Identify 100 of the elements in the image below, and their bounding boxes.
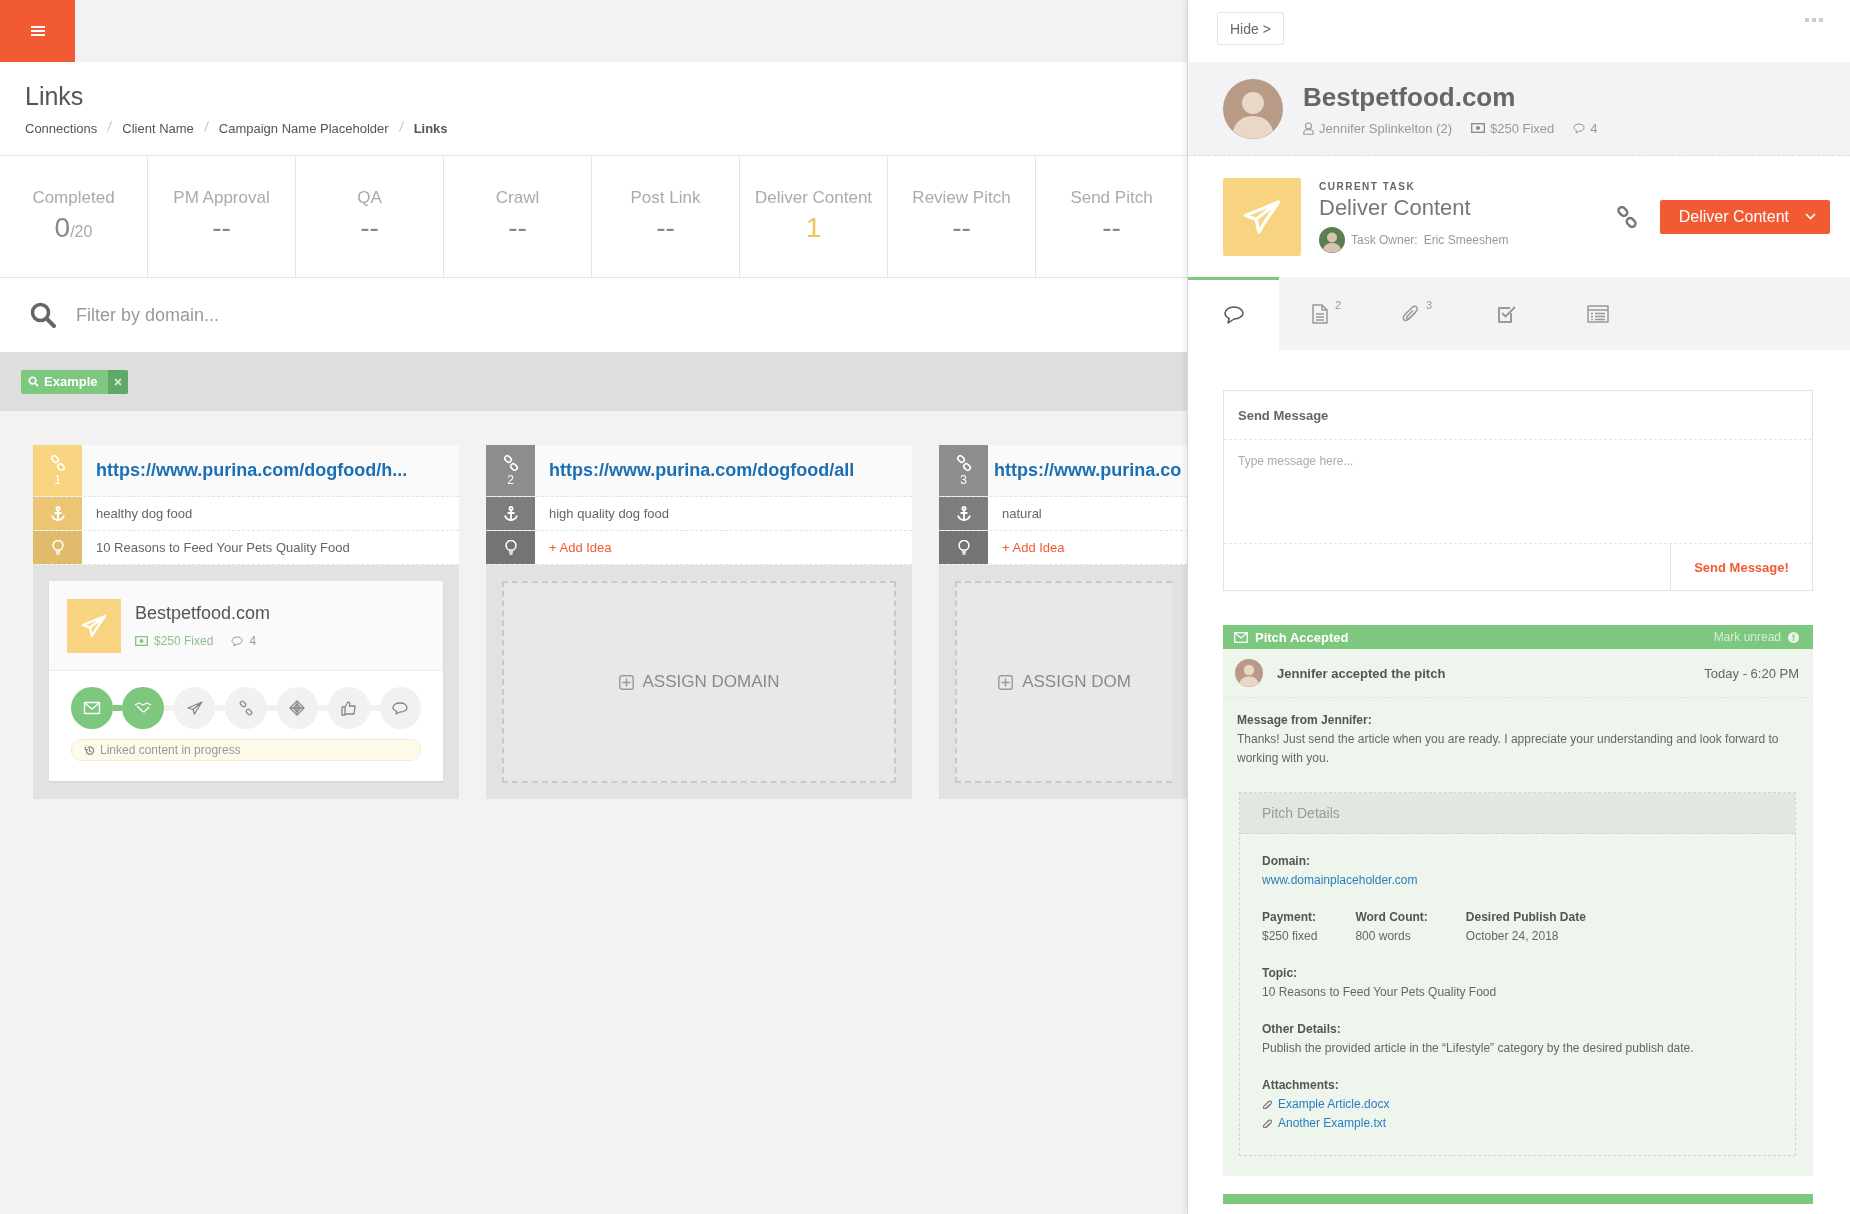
comment-icon	[231, 635, 244, 647]
avatar-icon	[1235, 659, 1263, 687]
stat-tile[interactable]: Completed 0/20	[0, 156, 148, 277]
assign-domain-button[interactable]: ASSIGN DOMAIN	[502, 581, 896, 783]
tag-label: Example	[44, 374, 98, 389]
more-icon[interactable]	[1805, 17, 1823, 23]
anchor-icon	[503, 506, 518, 521]
field-label: Word Count:	[1355, 909, 1428, 926]
search-bar[interactable]: Filter by domain...	[0, 278, 1187, 352]
field-value: October 24, 2018	[1465, 928, 1560, 945]
stat-value: --	[952, 212, 971, 244]
stat-label: Post Link	[630, 188, 701, 208]
money-icon	[1470, 123, 1485, 133]
breadcrumb-separator	[398, 120, 404, 132]
tab-count: 2	[1334, 299, 1342, 311]
link-icon	[49, 454, 66, 471]
owner-name: Eric Smeeshem	[1423, 232, 1509, 247]
activity-headline: Jennifer accepted the pitch	[1277, 665, 1447, 681]
speech-bubble-icon	[1221, 304, 1246, 326]
tab[interactable]: 2	[1279, 277, 1370, 350]
history-icon	[84, 744, 95, 756]
search-icon	[30, 302, 56, 328]
stat-value: --	[360, 212, 379, 244]
stat-value: --	[656, 212, 675, 244]
user-icon	[1303, 121, 1314, 135]
message-label: Message from Jennifer:	[1237, 712, 1373, 729]
stat-label: Crawl	[495, 188, 540, 208]
link-number: 3	[960, 472, 967, 487]
stat-label: PM Approval	[173, 188, 270, 208]
filter-field[interactable]: Filter by domain...	[74, 303, 1187, 327]
status-text: Linked content in progress	[100, 743, 241, 757]
breadcrumb-link[interactable]: Links	[413, 120, 448, 136]
link-url[interactable]: https://www.purina.co	[988, 460, 1182, 481]
link-url[interactable]: https://www.purina.com/dogfood/all	[535, 460, 855, 481]
contact-name: Jennifer Splinkelton (2)	[1319, 120, 1452, 136]
pitch-details-title: Pitch Details	[1240, 793, 1795, 834]
plus-box-icon	[998, 674, 1014, 690]
anchor-icon	[50, 506, 65, 521]
stat-tile[interactable]: QA --	[296, 156, 444, 277]
breadcrumb-separator	[203, 120, 209, 132]
field-value: $250 fixed	[1262, 928, 1318, 945]
domain-name: Bestpetfood.com	[135, 603, 271, 624]
attachment-link[interactable]: Another Example.txt	[1278, 1114, 1387, 1133]
composer-title: Send Message	[1224, 391, 1812, 440]
plus-box-icon	[618, 674, 634, 690]
domain-link[interactable]: www.domainplaceholder.com	[1262, 873, 1418, 887]
stat-value: 0/20	[54, 212, 93, 244]
stat-label: Completed	[32, 188, 115, 208]
stage-envelope-icon[interactable]	[71, 687, 113, 729]
hide-button[interactable]: Hide >	[1217, 12, 1284, 45]
anchor-icon	[956, 506, 971, 521]
breadcrumb-link[interactable]: Campaign Name Placeholder	[218, 120, 389, 136]
comment-count: 4	[249, 634, 257, 648]
add-idea-link[interactable]: + Add Idea	[988, 540, 1065, 555]
comment-icon	[1573, 122, 1586, 134]
field-label: Other Details:	[1262, 1021, 1342, 1038]
envelope-icon	[1234, 631, 1248, 643]
stat-tile[interactable]: PM Approval --	[148, 156, 296, 277]
breadcrumb-link[interactable]: Client Name	[122, 120, 194, 136]
stage-handshake-icon[interactable]	[122, 687, 164, 729]
info-icon	[1788, 631, 1799, 643]
stat-tile[interactable]: Deliver Content 1	[740, 156, 888, 277]
tab[interactable]: 3	[1370, 277, 1461, 350]
stat-tile[interactable]: Send Pitch --	[1036, 156, 1187, 277]
profile-name: Bestpetfood.com	[1303, 81, 1517, 113]
tab[interactable]	[1188, 277, 1279, 350]
link-number: 2	[507, 472, 514, 487]
stat-label: QA	[357, 188, 382, 208]
owner-label: Task Owner:	[1351, 232, 1418, 247]
stat-tile[interactable]: Crawl --	[444, 156, 592, 277]
field-label: Desired Publish Date	[1465, 909, 1586, 926]
link-url[interactable]: https://www.purina.com/dogfood/h...	[82, 460, 408, 481]
chevron-down-icon	[1805, 213, 1816, 220]
attachment-link[interactable]: Example Article.docx	[1278, 1095, 1390, 1114]
link-icon	[955, 454, 972, 471]
paper-plane-icon	[81, 613, 107, 638]
stat-tile[interactable]: Post Link --	[592, 156, 740, 277]
stat-label: Send Pitch	[1070, 188, 1153, 208]
activity-time: Today - 6:20 PM	[1704, 665, 1799, 681]
field-value: 800 words	[1355, 928, 1412, 945]
breadcrumb-link[interactable]: Connections	[25, 120, 98, 136]
assign-domain-button[interactable]: ASSIGN DOM	[955, 581, 1172, 783]
stat-value: --	[508, 212, 527, 244]
link-icon[interactable]	[1615, 205, 1638, 228]
stat-value: --	[1102, 212, 1121, 244]
stage-speech-bubble-icon[interactable]	[379, 687, 422, 729]
message-composer[interactable]: Send Message Type message here... Send Message!	[1223, 390, 1813, 591]
link-icon	[502, 454, 519, 471]
avatar-icon	[1223, 78, 1283, 139]
task-name: Deliver Content	[1319, 194, 1472, 221]
task-action-dropdown[interactable]: Deliver Content	[1659, 199, 1830, 234]
add-idea-link[interactable]: + Add Idea	[535, 540, 612, 555]
close-icon	[114, 377, 123, 386]
paperclip-icon	[1262, 1098, 1273, 1111]
list-icon	[1585, 302, 1610, 325]
field-label: Payment:	[1262, 909, 1318, 926]
message-text: Thanks! Just send the article when you are ready. I appreciate your understanding and look forward to working with you.	[1237, 731, 1780, 767]
remove-tag-button[interactable]	[108, 369, 129, 394]
tab-count: 3	[1425, 299, 1433, 311]
stat-tile[interactable]: Review Pitch --	[888, 156, 1036, 277]
